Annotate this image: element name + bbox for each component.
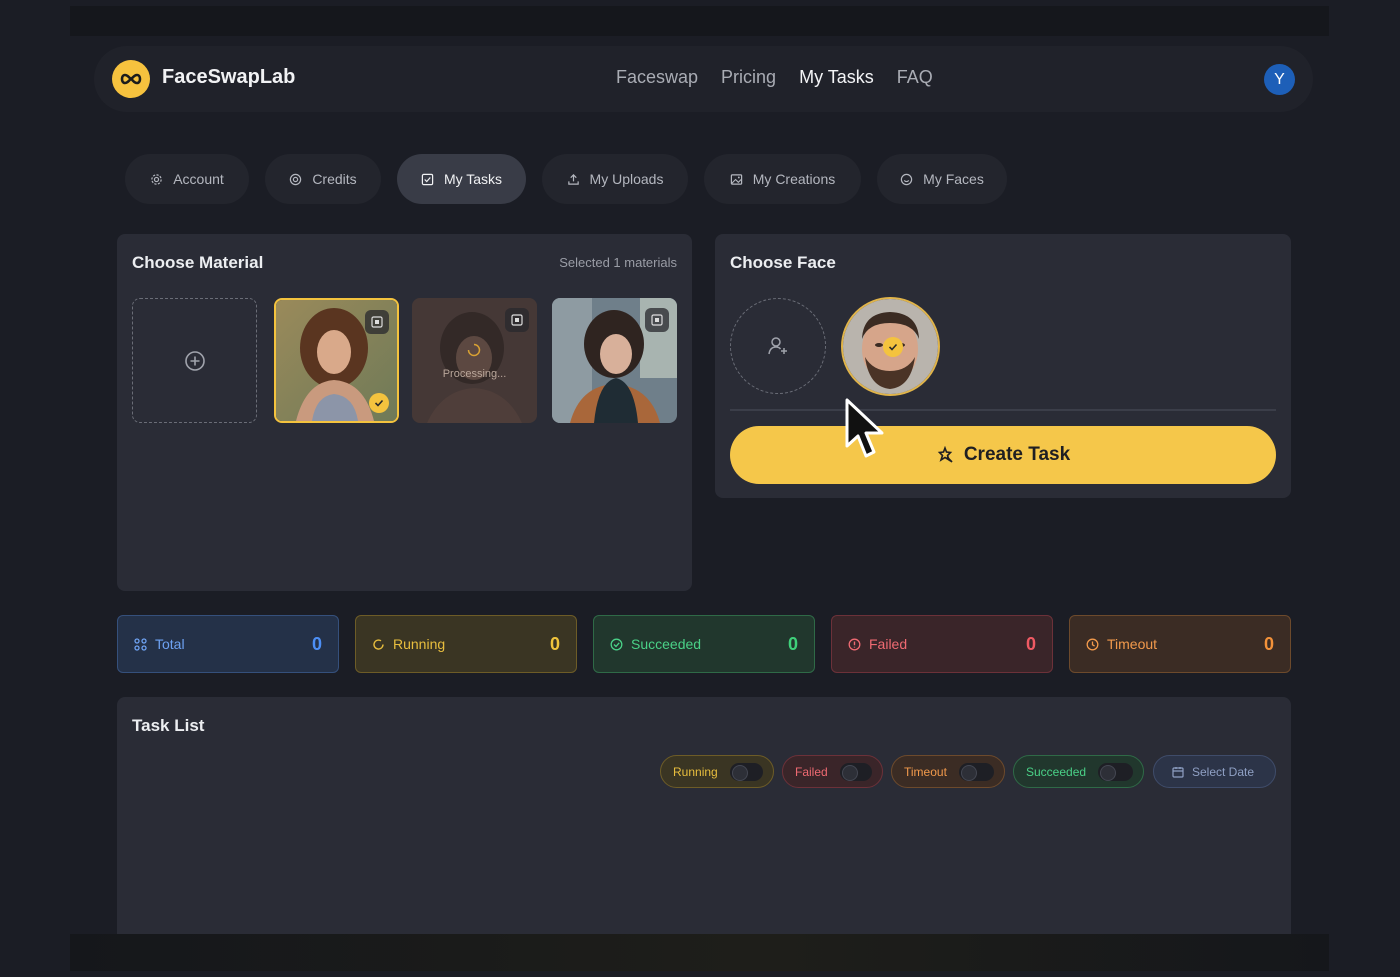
magic-wand-icon: [937, 446, 953, 463]
add-face-button[interactable]: [730, 298, 826, 394]
check-circle-icon: [610, 638, 623, 650]
loading-spinner-icon: [467, 343, 481, 362]
upload-icon: [567, 173, 579, 185]
stat-timeout[interactable]: Timeout 0: [1069, 615, 1291, 673]
gear-icon: [151, 173, 162, 185]
stat-total-count: 0: [311, 633, 322, 654]
smile-icon: [900, 173, 913, 185]
preview-icon[interactable]: [365, 310, 389, 334]
selected-check-icon: [369, 393, 389, 413]
select-date-button[interactable]: Select Date: [1153, 755, 1276, 788]
running-toggle[interactable]: [729, 762, 763, 781]
filter-timeout[interactable]: Timeout: [891, 755, 1005, 788]
filter-running[interactable]: Running: [660, 755, 774, 788]
choose-material-title: Choose Material: [132, 253, 264, 272]
bottom-strip: [70, 934, 1329, 971]
tab-credits[interactable]: Credits: [265, 154, 381, 204]
create-task-button[interactable]: Create Task: [730, 426, 1276, 484]
choose-material-card: Choose Material Selected 1 materials Pro…: [117, 234, 692, 591]
brand-name[interactable]: FaceSwapLab: [162, 66, 295, 89]
command-icon: [134, 637, 147, 651]
stat-succeeded-count: 0: [787, 633, 798, 654]
stat-failed[interactable]: Failed 0: [831, 615, 1053, 673]
material-thumb-3[interactable]: [552, 298, 677, 423]
nav-faceswap[interactable]: Faceswap: [616, 67, 698, 88]
nav-faq[interactable]: FAQ: [897, 67, 933, 88]
app-header: FaceSwapLab Faceswap Pricing My Tasks FA…: [94, 46, 1313, 112]
preview-icon[interactable]: [645, 308, 669, 332]
choose-face-title: Choose Face: [730, 253, 836, 272]
material-thumb-1[interactable]: [274, 298, 399, 423]
mouse-cursor-icon: [844, 398, 888, 467]
coin-icon: [290, 173, 302, 185]
filter-failed[interactable]: Failed: [782, 755, 883, 788]
add-material-button[interactable]: [132, 298, 257, 423]
filter-succeeded[interactable]: Succeeded: [1013, 755, 1144, 788]
failed-toggle[interactable]: [839, 762, 872, 781]
add-user-icon: [768, 337, 787, 355]
selected-count: Selected 1 materials: [559, 255, 677, 270]
refresh-icon: [373, 638, 384, 650]
logo-icon[interactable]: [112, 60, 150, 98]
tab-my-faces[interactable]: My Faces: [877, 154, 1007, 204]
succeeded-toggle[interactable]: [1098, 762, 1133, 781]
material-thumb-2-processing[interactable]: Processing...: [412, 298, 537, 423]
face-thumb-1[interactable]: [841, 297, 940, 396]
checkbox-icon: [421, 173, 434, 185]
tab-my-creations[interactable]: My Creations: [704, 154, 861, 204]
choose-face-card: Choose Face Create Task: [715, 234, 1291, 498]
stat-running[interactable]: Running 0: [355, 615, 577, 673]
alert-circle-icon: [848, 638, 861, 650]
selected-check-icon: [883, 337, 903, 357]
stat-total[interactable]: Total 0: [117, 615, 339, 673]
divider: [730, 409, 1276, 411]
tab-my-uploads[interactable]: My Uploads: [542, 154, 688, 204]
stat-timeout-count: 0: [1263, 633, 1274, 654]
nav-my-tasks[interactable]: My Tasks: [799, 67, 874, 88]
preview-icon[interactable]: [505, 308, 529, 332]
processing-label: Processing...: [442, 368, 507, 380]
nav-pricing[interactable]: Pricing: [721, 67, 776, 88]
tab-my-tasks[interactable]: My Tasks: [397, 154, 526, 204]
clock-icon: [1086, 638, 1099, 650]
calendar-icon: [1172, 766, 1184, 778]
task-list-card: Task List: [117, 697, 1291, 934]
plus-circle-icon: [184, 350, 205, 371]
stat-failed-count: 0: [1025, 633, 1036, 654]
stat-succeeded[interactable]: Succeeded 0: [593, 615, 815, 673]
image-icon: [730, 173, 742, 185]
user-avatar[interactable]: Y: [1264, 64, 1295, 95]
tab-account[interactable]: Account: [125, 154, 249, 204]
task-list-title: Task List: [132, 716, 205, 735]
timeout-toggle[interactable]: [958, 762, 994, 781]
main-nav: Faceswap Pricing My Tasks FAQ: [616, 67, 933, 88]
stat-running-count: 0: [549, 633, 560, 654]
browser-top-strip: [70, 6, 1329, 36]
